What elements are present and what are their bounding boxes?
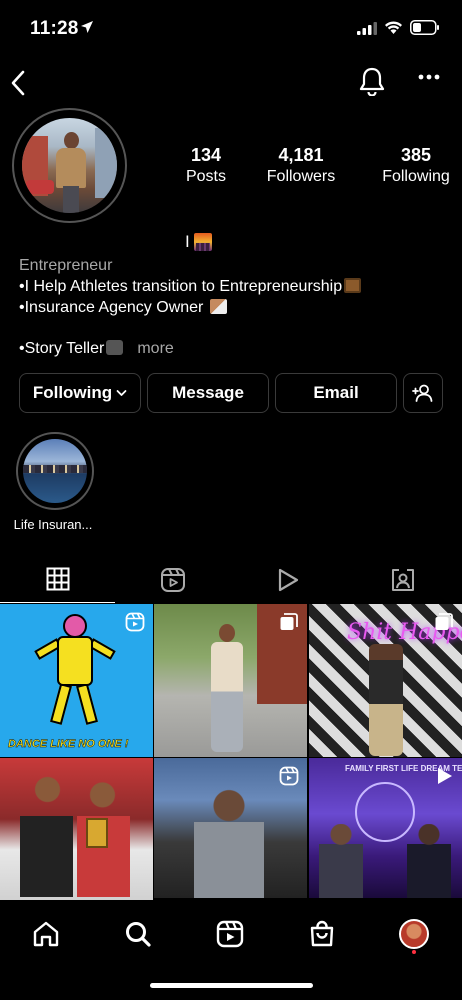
profile-avatar-small [399,919,429,949]
notification-dot [412,950,416,954]
cellular-signal-icon [357,22,377,35]
followers-count: 4,181 [278,145,324,165]
post-thumbnail[interactable]: FAMILY FIRST LIFE DREAM TEAM [309,758,462,898]
posts-count: 134 [190,145,222,165]
cityscape-emoji-icon [193,233,212,251]
profile-name: I [185,232,212,252]
reel-badge-icon [279,766,299,786]
followers-stat[interactable]: 4,181 Followers [258,145,344,186]
post-thumbnail[interactable]: Shit Happens [309,604,462,757]
reels-icon [216,920,244,948]
followers-label: Followers [266,168,336,185]
following-count: 385 [400,145,432,165]
nav-shop[interactable] [302,914,342,954]
email-button[interactable]: Email [275,373,397,413]
story-highlight[interactable]: Life Insuran... [12,432,98,532]
video-play-badge-icon [438,768,452,784]
email-button-label: Email [313,383,359,402]
shop-icon [310,920,334,947]
play-icon [278,568,298,591]
writing-hand-emoji-icon [209,299,227,314]
award-plaque [86,818,108,848]
tab-reels[interactable] [115,556,230,603]
avatar-photo-person [56,132,86,213]
bio-line: •Story Teller more [19,340,174,358]
reel-badge-icon [125,612,145,632]
message-button[interactable]: Message [147,373,269,413]
dancer-illustration [34,614,116,725]
bio-category: Entrepreneur [19,257,113,274]
tab-posts-grid[interactable] [0,556,115,603]
bio-line: •I Help Athletes transition to Entrepren… [19,276,362,297]
profile-avatar[interactable] [22,118,117,213]
home-indicator [150,983,313,988]
nav-reels[interactable] [210,914,250,954]
highlight-ring[interactable] [16,432,94,510]
highlight-cover-image [23,439,87,503]
search-icon [126,922,151,947]
following-stat[interactable]: 385 Following [382,145,450,186]
nav-profile[interactable] [394,914,434,954]
carousel-badge-icon [280,613,298,630]
post-photo-person [194,788,264,898]
post-overlay-text: DANCE LIKE NO ONE ! [8,738,129,750]
home-icon [33,921,59,947]
post-photo-people [20,776,130,911]
grid-icon [46,567,69,591]
chevron-down-icon [116,390,127,396]
post-photo-person [319,824,363,898]
profile-bio: Entrepreneur •I Help Athletes transition… [19,255,362,318]
movie-camera-emoji-icon [106,340,124,355]
avatar-photo-car [26,180,54,194]
battery-icon [410,20,439,35]
post-photo-person [407,824,451,898]
status-time: 11:28 [30,18,79,39]
profile-tabs [0,556,462,603]
tab-videos[interactable] [230,556,345,603]
following-label: Following [382,168,450,185]
post-overlay-text: FAMILY FIRST LIFE DREAM TEAM [345,764,462,773]
location-arrow-icon [81,21,93,33]
profile-avatar-ring[interactable] [12,108,127,223]
post-thumbnail[interactable]: DANCE LIKE NO ONE ! [0,604,153,757]
carousel-badge-icon [435,613,453,630]
following-button-label: Following [32,383,113,402]
back-chevron-icon[interactable] [8,68,28,98]
bio-story-text: •Story Teller [19,340,105,357]
bio-line: •Insurance Agency Owner [19,297,361,318]
post-thumbnail[interactable] [154,758,307,898]
reels-icon [160,567,185,592]
team-logo [355,782,415,842]
message-button-label: Message [172,383,244,402]
posts-stat[interactable]: 134 Posts [176,145,236,186]
tab-tagged[interactable] [345,556,460,603]
more-horizontal-icon[interactable] [418,74,440,80]
bio-more-link[interactable]: more [137,340,173,357]
following-button[interactable]: Following [19,373,141,413]
post-photo-person [209,624,245,754]
tagged-icon [391,568,414,591]
profile-name-text: I [185,232,190,251]
briefcase-emoji-icon [344,278,362,293]
avatar-photo-building [95,128,117,198]
nav-home[interactable] [26,914,66,954]
posts-label: Posts [185,168,226,185]
wifi-icon [385,21,402,34]
status-bar: 11:28 [0,0,462,54]
bell-icon[interactable] [358,66,386,96]
post-thumbnail[interactable] [0,758,153,911]
nav-search[interactable] [118,914,158,954]
add-user-icon [412,384,433,402]
post-thumbnail[interactable] [154,604,307,757]
highlight-label: Life Insuran... [13,517,93,532]
add-user-button[interactable] [403,373,443,413]
post-photo-person [369,644,403,756]
